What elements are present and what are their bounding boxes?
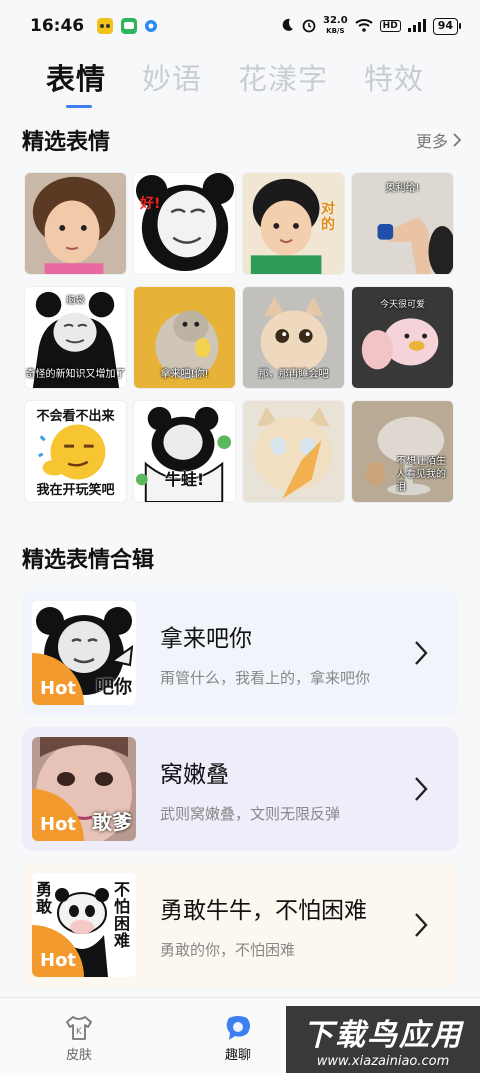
chat-bubble-icon: [226, 1016, 250, 1040]
featured-header: 精选表情 更多: [22, 124, 462, 156]
emoji-tile[interactable]: 不会看不出来 我在开玩笑吧: [24, 400, 127, 503]
emoji-tile[interactable]: 好!: [133, 172, 236, 275]
chevron-right-icon: [415, 777, 428, 801]
signal-icon: [407, 17, 427, 36]
featured-title: 精选表情: [22, 130, 111, 155]
svg-text:K: K: [76, 1027, 83, 1037]
emoji-tile[interactable]: 牛蛙!: [133, 400, 236, 503]
emoji-tile[interactable]: 脑袋 奇怪的新知识又增加了: [24, 286, 127, 389]
emoji-tile[interactable]: 对的: [242, 172, 345, 275]
emoji-tile[interactable]: 奥利给!: [351, 172, 454, 275]
wifi-icon: [354, 17, 374, 36]
alarm-icon: [301, 17, 317, 36]
tshirt-icon: K: [66, 1016, 92, 1040]
collection-thumbnail: Hot 吧你: [32, 601, 136, 705]
crying-cat-image: [243, 401, 344, 502]
collection-subtitle: 甭管什么，我看上的，拿来吧你: [160, 668, 371, 687]
collection-title: 勇敢牛牛，不怕困难: [160, 897, 367, 924]
more-link[interactable]: 更多: [416, 128, 462, 152]
collection-card[interactable]: Hot 吧你 拿来吧你 甭管什么，我看上的，拿来吧你: [22, 591, 458, 715]
panda-meme-image: [134, 173, 235, 274]
collection-card[interactable]: Hot 敢爹 窝嫩叠 武则窝嫩叠，文则无限反弹: [22, 727, 458, 851]
status-bar: 16:46 32.0 KB/S HD 94: [0, 0, 480, 52]
tab-effects[interactable]: 特效: [364, 56, 424, 98]
chevron-right-icon: [415, 641, 428, 665]
hd-badge: HD: [379, 20, 401, 32]
tab-quotes[interactable]: 妙语: [142, 56, 202, 98]
chevron-right-icon: [453, 133, 462, 147]
collection-subtitle: 武则窝嫩叠，文则无限反弹: [160, 804, 341, 823]
collection-title: 窝嫩叠: [160, 761, 229, 788]
chevron-right-icon: [415, 913, 428, 937]
collection-subtitle: 勇敢的你，不怕困难: [160, 940, 296, 959]
browser-notification-icon: [144, 19, 158, 33]
moon-icon: [279, 17, 295, 36]
collection-thumbnail: Hot 敢爹: [32, 737, 136, 841]
battery-indicator: 94: [432, 17, 462, 35]
category-tabs: 表情 妙语 花漾字 特效: [0, 52, 480, 108]
nav-chat[interactable]: 趣聊: [223, 1014, 253, 1063]
emoji-tile[interactable]: 那，那再睡会吧: [242, 286, 345, 389]
nav-skin[interactable]: K 皮肤: [64, 1014, 94, 1063]
emoji-tile[interactable]: 拿来吧!你!: [133, 286, 236, 389]
emoji-tile[interactable]: [24, 172, 127, 275]
tab-emoji[interactable]: 表情: [46, 56, 106, 108]
emoji-tile[interactable]: 今天很可爱: [351, 286, 454, 389]
net-speed: 32.0 KB/S: [322, 15, 348, 36]
collection-thumbnail: Hot 勇敢 不怕困难: [32, 873, 136, 977]
emoji-tile[interactable]: [242, 400, 345, 503]
collections-header: 精选表情合辑: [22, 542, 462, 574]
message-notification-icon: [120, 17, 138, 35]
watermark: 下载鸟应用 www.xiazainiao.com: [286, 1006, 480, 1073]
collection-card[interactable]: Hot 勇敢 不怕困难 勇敢牛牛，不怕困难 勇敢的你，不怕困难: [22, 863, 458, 987]
app-notification-icon: [96, 17, 114, 35]
emoji-grid: 好! 对的 奥利给! 脑袋 奇怪的新知识又增加了 拿来吧!你! 那，那再睡会吧 …: [24, 172, 456, 503]
collections-title: 精选表情合辑: [22, 548, 155, 573]
tab-fancy-text[interactable]: 花漾字: [238, 56, 328, 98]
emoji-tile[interactable]: 不想让陌生人看见我的泪: [351, 400, 454, 503]
clock: 16:46: [30, 16, 85, 36]
collection-title: 拿来吧你: [160, 625, 252, 652]
baby-sticker-image: [25, 173, 126, 274]
